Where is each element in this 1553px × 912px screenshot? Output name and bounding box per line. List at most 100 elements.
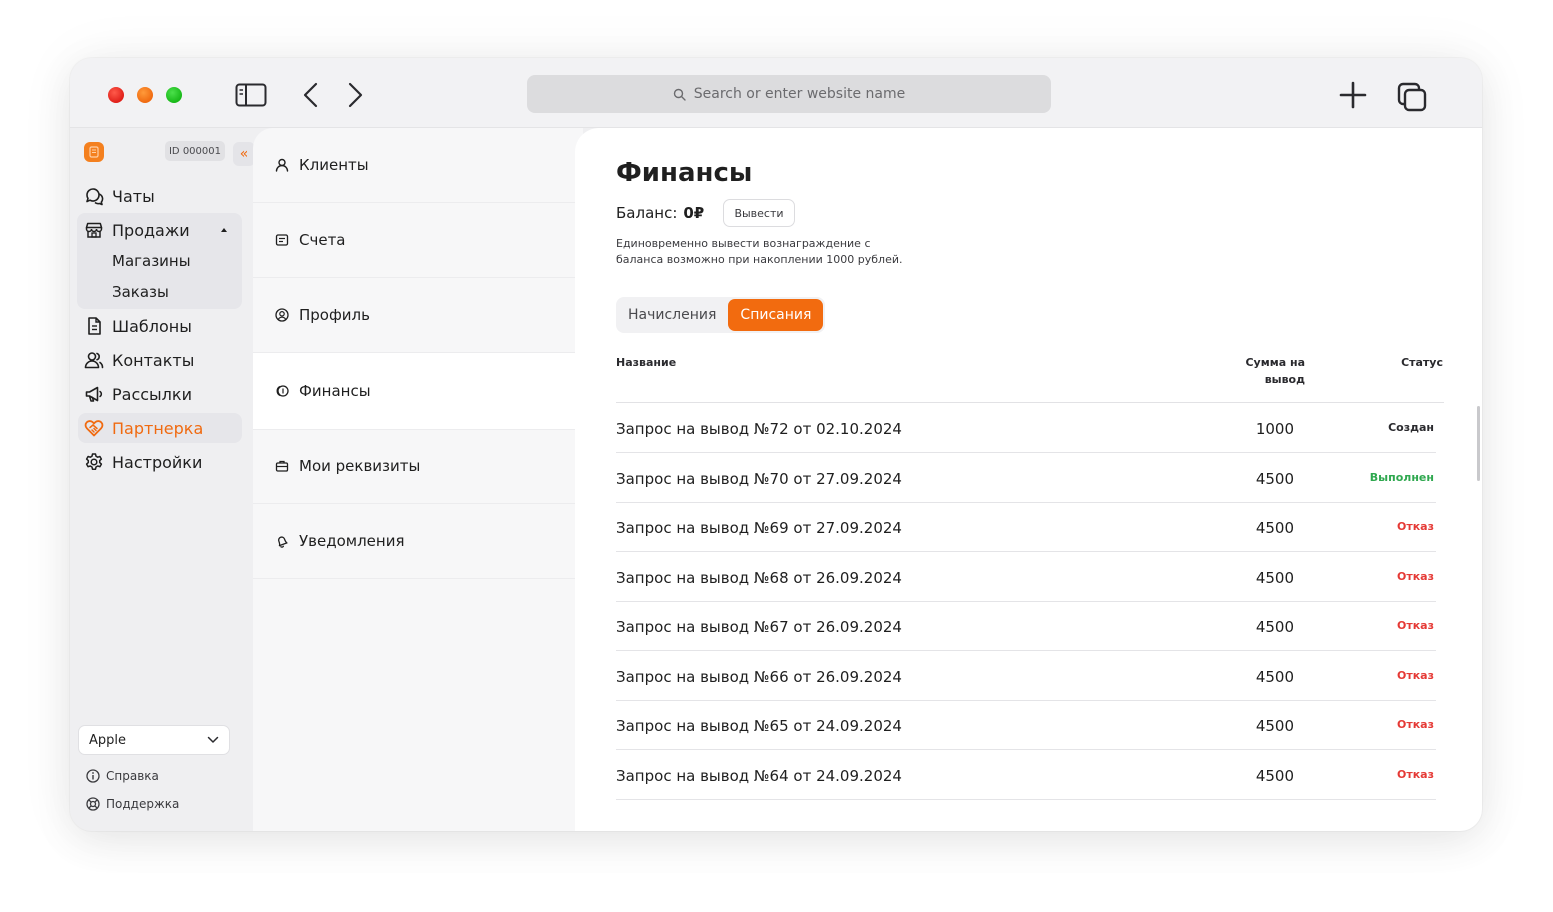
profile-icon: [275, 308, 289, 322]
megaphone-icon: [85, 386, 103, 402]
chat-icon: [86, 188, 104, 206]
settings-item-profile[interactable]: Профиль: [253, 278, 583, 353]
document-icon: [88, 317, 101, 335]
balance-label: Баланс:: [616, 204, 678, 222]
row-amount: 4500: [1255, 717, 1294, 735]
row-amount: 4500: [1255, 667, 1294, 686]
settings-item-label: Уведомления: [299, 532, 405, 550]
sidebar-subitem-orders[interactable]: Заказы: [112, 283, 169, 301]
tab-withdrawals[interactable]: Списания: [728, 299, 824, 331]
table-row[interactable]: Запрос на вывод №67 от 26.09.2024 4500 Отк…: [616, 602, 1436, 651]
support-label: Поддержка: [106, 797, 180, 811]
sidebar-item-contacts[interactable]: Контакты: [78, 345, 242, 375]
row-amount: 4500: [1255, 469, 1294, 488]
app-logo: [84, 142, 104, 162]
settings-item-finance[interactable]: Финансы: [253, 353, 583, 430]
table-header-divider: [616, 402, 1444, 403]
help-label: Справка: [106, 769, 159, 783]
settings-item-label: Финансы: [299, 382, 371, 400]
status-badge: Отказ: [1396, 668, 1434, 682]
sidebar-item-label: Рассылки: [112, 384, 192, 404]
search-icon: [673, 88, 686, 101]
sidebar-item-templates[interactable]: Шаблоны: [78, 311, 242, 341]
balance-value: 0₽: [683, 204, 705, 222]
row-name: Запрос на вывод №70 от 27.09.2024: [616, 469, 902, 488]
withdraw-hint-line: баланса возможно при накоплении 1000 руб…: [616, 253, 903, 266]
settings-item-notifications[interactable]: Уведомления: [253, 504, 583, 579]
collapse-sidebar-button[interactable]: «: [233, 142, 255, 166]
sidebar-item-label: Контакты: [112, 350, 195, 370]
store-icon: [85, 222, 103, 238]
close-window-button[interactable]: [108, 87, 124, 103]
balance: Баланс: 0₽: [616, 204, 704, 222]
browser-window: Search or enter website name ID 000001 «…: [70, 58, 1482, 831]
sidebar-item-sales[interactable]: Продажи: [78, 215, 242, 245]
tabs-overview-icon[interactable]: [1396, 82, 1430, 112]
withdraw-hint: Единовременно вывести вознаграждение с б…: [616, 236, 916, 268]
bell-icon: [278, 536, 288, 548]
column-header-amount-line: Сумма на: [1245, 356, 1305, 369]
row-name: Запрос на вывод №69 от 27.09.2024: [616, 519, 902, 537]
settings-item-label: Клиенты: [299, 156, 369, 174]
maximize-window-button[interactable]: [166, 87, 182, 103]
settings-panel: Клиенты Счета Профиль Финансы Мои реквиз…: [253, 128, 583, 831]
store-select-value: Apple: [89, 732, 127, 748]
table-row[interactable]: Запрос на вывод №66 от 26.09.2024 4500 Отк…: [616, 652, 1436, 701]
info-icon: [86, 769, 100, 783]
table-row[interactable]: Запрос на вывод №65 от 24.09.2024 4500 Отк…: [616, 701, 1436, 750]
sidebar-item-label: Шаблоны: [112, 316, 192, 336]
row-amount: 4500: [1255, 766, 1294, 785]
status-badge: Отказ: [1396, 520, 1434, 533]
store-select[interactable]: Apple: [78, 725, 230, 755]
table-row[interactable]: Запрос на вывод №68 от 26.09.2024 4500 Отк…: [616, 553, 1436, 602]
column-header-amount-line: вывод: [1264, 373, 1305, 386]
sidebar-item-settings[interactable]: Настройки: [78, 447, 242, 477]
table-row[interactable]: Запрос на вывод №64 от 24.09.2024 4500 Отк…: [616, 751, 1436, 800]
settings-item-label: Профиль: [299, 306, 370, 324]
row-name: Запрос на вывод №64 от 24.09.2024: [616, 766, 902, 785]
back-arrow-icon[interactable]: [294, 80, 328, 110]
status-badge: Отказ: [1396, 569, 1434, 583]
sidebar-item-chats[interactable]: Чаты: [78, 181, 242, 211]
address-bar[interactable]: Search or enter website name: [527, 75, 1051, 113]
settings-item-invoices[interactable]: Счета: [253, 203, 583, 278]
settings-item-clients[interactable]: Клиенты: [253, 128, 583, 203]
sidebar-toggle-icon[interactable]: [234, 80, 268, 110]
sidebar-item-label: Настройки: [112, 452, 203, 472]
settings-item-label: Счета: [299, 231, 346, 249]
table-row[interactable]: Запрос на вывод №70 от 27.09.2024 4500 Вып…: [616, 454, 1436, 503]
row-name: Запрос на вывод №65 от 24.09.2024: [616, 717, 902, 735]
forward-arrow-icon[interactable]: [338, 80, 372, 110]
status-badge: Отказ: [1396, 718, 1434, 731]
withdraw-button[interactable]: Вывести: [723, 199, 795, 227]
sidebar-subitem-stores[interactable]: Магазины: [112, 252, 191, 270]
coins-icon: [276, 385, 289, 397]
chevron-down-icon: [207, 736, 219, 743]
status-badge: Создан: [1388, 421, 1434, 434]
caret-up-icon[interactable]: [221, 228, 227, 232]
status-badge: Выполнен: [1369, 470, 1434, 484]
scrollbar[interactable]: [1477, 406, 1480, 481]
help-link[interactable]: Справка: [86, 769, 159, 783]
finance-tabs: Начисления Списания: [616, 297, 826, 333]
sidebar-item-label: Чаты: [112, 186, 155, 206]
tab-accruals[interactable]: Начисления: [616, 299, 728, 331]
row-amount: 4500: [1255, 618, 1294, 636]
table-row[interactable]: Запрос на вывод №69 от 27.09.2024 4500 Отк…: [616, 503, 1436, 552]
table-row[interactable]: Запрос на вывод №72 от 02.10.2024 1000 Соз…: [616, 404, 1436, 453]
row-amount: 4500: [1255, 568, 1294, 587]
plus-icon[interactable]: [1336, 80, 1370, 110]
account-id-chip: ID 000001: [165, 141, 225, 161]
support-link[interactable]: Поддержка: [86, 797, 179, 811]
row-amount: 4500: [1255, 519, 1294, 537]
address-placeholder: Search or enter website name: [693, 86, 906, 102]
sidebar-item-mailings[interactable]: Рассылки: [78, 379, 242, 409]
row-name: Запрос на вывод №66 от 26.09.2024: [616, 667, 902, 686]
sidebar-item-partner[interactable]: Партнерка: [78, 413, 242, 443]
minimize-window-button[interactable]: [137, 87, 153, 103]
lifebuoy-icon: [86, 797, 100, 811]
column-header-status: Статус: [1401, 356, 1443, 369]
row-name: Запрос на вывод №68 от 26.09.2024: [616, 568, 902, 587]
handshake-icon: [84, 420, 104, 437]
settings-item-requisites[interactable]: Мои реквизиты: [253, 429, 583, 504]
